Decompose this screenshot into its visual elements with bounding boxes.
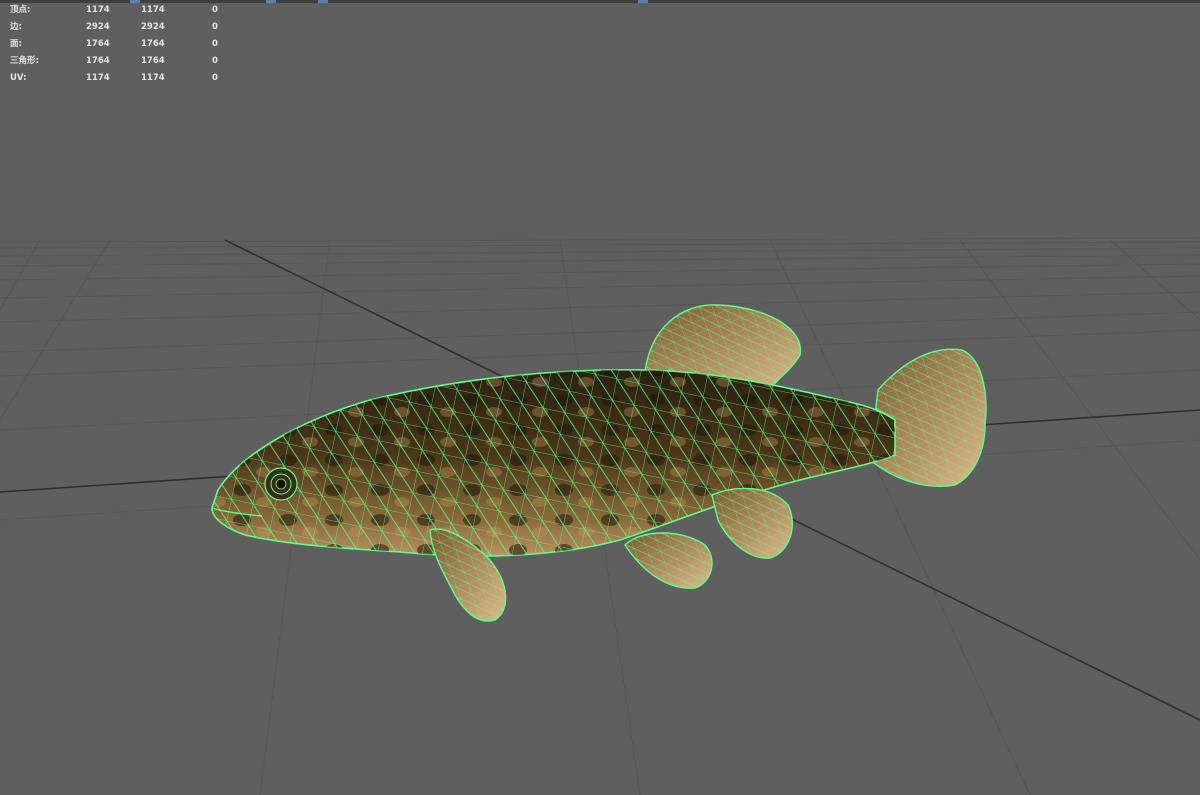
fish-model (211, 304, 987, 622)
viewport-scene (0, 237, 1200, 795)
hud-value: 0 (212, 56, 218, 66)
hud-value: 0 (212, 22, 218, 32)
hud-label: 顶点: (10, 5, 31, 15)
hud-value: 0 (212, 39, 218, 49)
hud-label: 三角形: (10, 56, 39, 66)
hud-value: 2924 (86, 22, 110, 32)
hud-label: 边: (10, 22, 22, 32)
hud-label: UV: (10, 73, 27, 83)
hud-value: 1764 (86, 39, 110, 49)
hud-value: 1174 (141, 73, 165, 83)
3d-viewport[interactable]: 顶点: 1174 1174 0 边: 2924 2924 0 面: 1764 1… (0, 0, 1200, 795)
hud-value: 0 (212, 5, 218, 15)
hud-row-vertices: 顶点: 1174 1174 0 (10, 2, 230, 19)
hud-value: 1174 (86, 73, 110, 83)
eye (264, 467, 298, 501)
hud-value: 1174 (141, 5, 165, 15)
hud-row-uv: UV: 1174 1174 0 (10, 70, 230, 87)
hud-value: 0 (212, 73, 218, 83)
hud-row-faces: 面: 1764 1764 0 (10, 36, 230, 53)
hud-value: 1764 (141, 39, 165, 49)
hud-label: 面: (10, 39, 22, 49)
hud-value: 1764 (86, 56, 110, 66)
hud-value: 1764 (141, 56, 165, 66)
hud-row-triangles: 三角形: 1764 1764 0 (10, 53, 230, 70)
hud-value: 1174 (86, 5, 110, 15)
hud-row-edges: 边: 2924 2924 0 (10, 19, 230, 36)
poly-count-hud: 顶点: 1174 1174 0 边: 2924 2924 0 面: 1764 1… (10, 2, 230, 87)
hud-value: 2924 (141, 22, 165, 32)
